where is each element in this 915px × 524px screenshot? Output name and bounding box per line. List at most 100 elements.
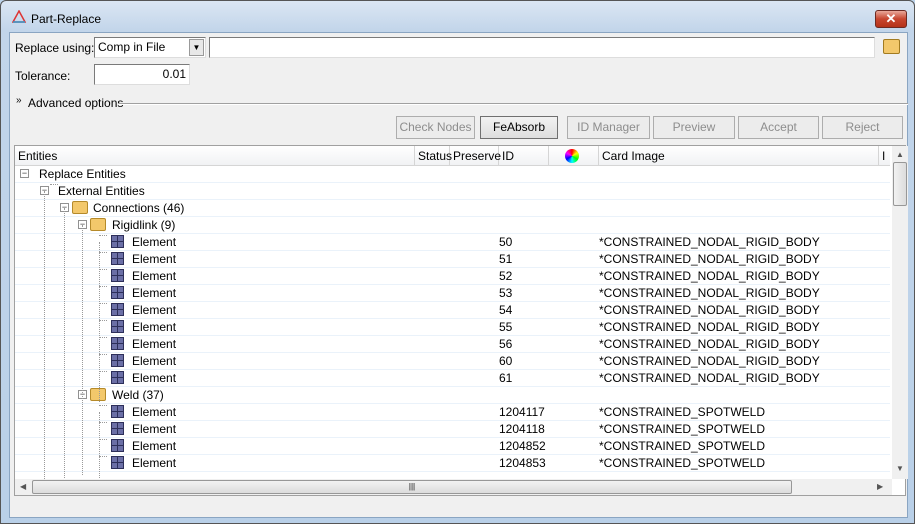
dialog-body: Replace using: Comp in File ▼ Tolerance:… bbox=[9, 32, 908, 518]
chevron-down-icon[interactable]: ▼ bbox=[189, 39, 204, 56]
scroll-up-icon[interactable]: ▲ bbox=[896, 150, 904, 159]
tree-row[interactable]: Element 52 *CONSTRAINED_NODAL_RIGID_BODY bbox=[15, 268, 890, 285]
tree-row[interactable]: Element 55 *CONSTRAINED_NODAL_RIGID_BODY bbox=[15, 319, 890, 336]
color-wheel-icon bbox=[565, 149, 579, 163]
check-nodes-button[interactable]: Check Nodes bbox=[396, 116, 475, 139]
col-card-image[interactable]: Card Image bbox=[599, 146, 879, 165]
col-extra[interactable]: I bbox=[879, 146, 890, 165]
element-id: 55 bbox=[499, 320, 513, 334]
tree-row[interactable]: Element 1204118 *CONSTRAINED_SPOTWELD bbox=[15, 421, 890, 438]
tree-row[interactable]: Element 60 *CONSTRAINED_NODAL_RIGID_BODY bbox=[15, 353, 890, 370]
element-id: 50 bbox=[499, 235, 513, 249]
close-button[interactable]: ✕ bbox=[875, 10, 907, 28]
element-label: Element bbox=[132, 354, 177, 368]
reject-button[interactable]: Reject bbox=[822, 116, 903, 139]
rigidlink-folder-icon bbox=[90, 218, 106, 231]
tree-body: − Replace Entities − External Entities − Conn… bbox=[15, 166, 890, 479]
horizontal-scroll-thumb[interactable]: ||| bbox=[32, 480, 792, 494]
feabsorb-button[interactable]: FeAbsorb bbox=[480, 116, 558, 139]
element-icon bbox=[111, 439, 124, 452]
weld-folder-icon bbox=[90, 388, 106, 401]
element-label: Element bbox=[132, 252, 177, 266]
file-path-input[interactable] bbox=[209, 37, 875, 58]
element-icon bbox=[111, 371, 124, 384]
scroll-down-icon[interactable]: ▼ bbox=[896, 464, 904, 473]
vertical-scroll-thumb[interactable] bbox=[893, 162, 907, 206]
card-image: *CONSTRAINED_SPOTWELD bbox=[599, 422, 766, 436]
tree-guide-line bbox=[44, 191, 45, 479]
element-label: Element bbox=[132, 439, 177, 453]
col-entities[interactable]: Entities bbox=[15, 146, 415, 165]
tree-row[interactable]: Element 1204852 *CONSTRAINED_SPOTWELD bbox=[15, 438, 890, 455]
element-label: Element bbox=[132, 269, 177, 283]
tree-row[interactable]: − Replace Entities bbox=[15, 166, 890, 183]
tree-label: Rigidlink (9) bbox=[112, 218, 176, 232]
preview-button[interactable]: Preview bbox=[653, 116, 735, 139]
tree-row[interactable]: Element 1204117 *CONSTRAINED_SPOTWELD bbox=[15, 404, 890, 421]
tree-label: Connections (46) bbox=[93, 201, 185, 215]
col-preserve[interactable]: Preserve bbox=[450, 146, 501, 165]
card-image: *CONSTRAINED_NODAL_RIGID_BODY bbox=[599, 235, 820, 249]
element-id: 60 bbox=[499, 354, 513, 368]
element-icon bbox=[111, 303, 124, 316]
element-icon bbox=[111, 337, 124, 350]
tree-row[interactable]: − Connections (46) bbox=[15, 200, 890, 217]
element-id: 52 bbox=[499, 269, 513, 283]
replace-using-select[interactable]: Comp in File ▼ bbox=[94, 37, 206, 58]
id-manager-button[interactable]: ID Manager bbox=[567, 116, 650, 139]
open-folder-icon[interactable] bbox=[883, 39, 900, 54]
tree-row[interactable]: Element 54 *CONSTRAINED_NODAL_RIGID_BODY bbox=[15, 302, 890, 319]
scroll-left-icon[interactable]: ◀ bbox=[20, 482, 26, 491]
element-id: 56 bbox=[499, 337, 513, 351]
element-icon bbox=[111, 320, 124, 333]
element-id: 54 bbox=[499, 303, 513, 317]
card-image: *CONSTRAINED_SPOTWELD bbox=[599, 405, 766, 419]
tree-row[interactable]: Element 51 *CONSTRAINED_NODAL_RIGID_BODY bbox=[15, 251, 890, 268]
horizontal-scrollbar[interactable]: ◀ ||| ▶ bbox=[15, 479, 892, 495]
replace-using-value: Comp in File bbox=[98, 40, 166, 54]
root-collapse-icon[interactable]: − bbox=[20, 169, 29, 178]
tree-row[interactable]: Element 50 *CONSTRAINED_NODAL_RIGID_BODY bbox=[15, 234, 890, 251]
card-image: *CONSTRAINED_NODAL_RIGID_BODY bbox=[599, 286, 820, 300]
element-id: 53 bbox=[499, 286, 513, 300]
col-id[interactable]: ID bbox=[499, 146, 549, 165]
tree-row[interactable]: − External Entities bbox=[15, 183, 890, 200]
tolerance-input[interactable]: 0.01 bbox=[94, 64, 190, 85]
tree-row[interactable]: Element 53 *CONSTRAINED_NODAL_RIGID_BODY bbox=[15, 285, 890, 302]
tree-row[interactable]: Element 56 *CONSTRAINED_NODAL_RIGID_BODY bbox=[15, 336, 890, 353]
advanced-options-toggle[interactable]: Advanced options bbox=[28, 96, 123, 110]
part-replace-window: Part-Replace ✕ Replace using: Comp in Fi… bbox=[0, 0, 915, 524]
replace-using-label: Replace using: bbox=[15, 41, 95, 55]
tree-row[interactable]: − Rigidlink (9) bbox=[15, 217, 890, 234]
vertical-scrollbar[interactable]: ▲ ▼ bbox=[892, 146, 908, 479]
element-label: Element bbox=[132, 405, 177, 419]
card-image: *CONSTRAINED_NODAL_RIGID_BODY bbox=[599, 269, 820, 283]
tree-label: Weld (37) bbox=[112, 388, 164, 402]
tree-label: Replace Entities bbox=[39, 167, 126, 181]
tree-guide-line bbox=[82, 225, 83, 475]
element-label: Element bbox=[132, 371, 177, 385]
accept-button[interactable]: Accept bbox=[738, 116, 819, 139]
card-image: *CONSTRAINED_NODAL_RIGID_BODY bbox=[599, 371, 820, 385]
window-title: Part-Replace bbox=[31, 12, 102, 26]
divider bbox=[119, 103, 908, 105]
tree-row[interactable]: Element 1204853 *CONSTRAINED_SPOTWELD bbox=[15, 455, 890, 472]
tree-guide-line bbox=[99, 412, 100, 479]
element-icon bbox=[111, 456, 124, 469]
card-image: *CONSTRAINED_NODAL_RIGID_BODY bbox=[599, 252, 820, 266]
double-chevron-down-icon[interactable]: » bbox=[16, 95, 22, 106]
tree-row[interactable]: Element 61 *CONSTRAINED_NODAL_RIGID_BODY bbox=[15, 370, 890, 387]
element-label: Element bbox=[132, 235, 177, 249]
element-label: Element bbox=[132, 422, 177, 436]
element-label: Element bbox=[132, 456, 177, 470]
tree-guide-line bbox=[64, 208, 65, 479]
tree-row[interactable]: − Weld (37) bbox=[15, 387, 890, 404]
col-color[interactable] bbox=[549, 146, 599, 165]
col-status[interactable]: Status bbox=[415, 146, 452, 165]
element-icon bbox=[111, 354, 124, 367]
card-image: *CONSTRAINED_NODAL_RIGID_BODY bbox=[599, 337, 820, 351]
tree-label: External Entities bbox=[58, 184, 145, 198]
element-label: Element bbox=[132, 286, 177, 300]
scroll-right-icon[interactable]: ▶ bbox=[877, 482, 883, 491]
app-logo-icon bbox=[12, 10, 26, 23]
